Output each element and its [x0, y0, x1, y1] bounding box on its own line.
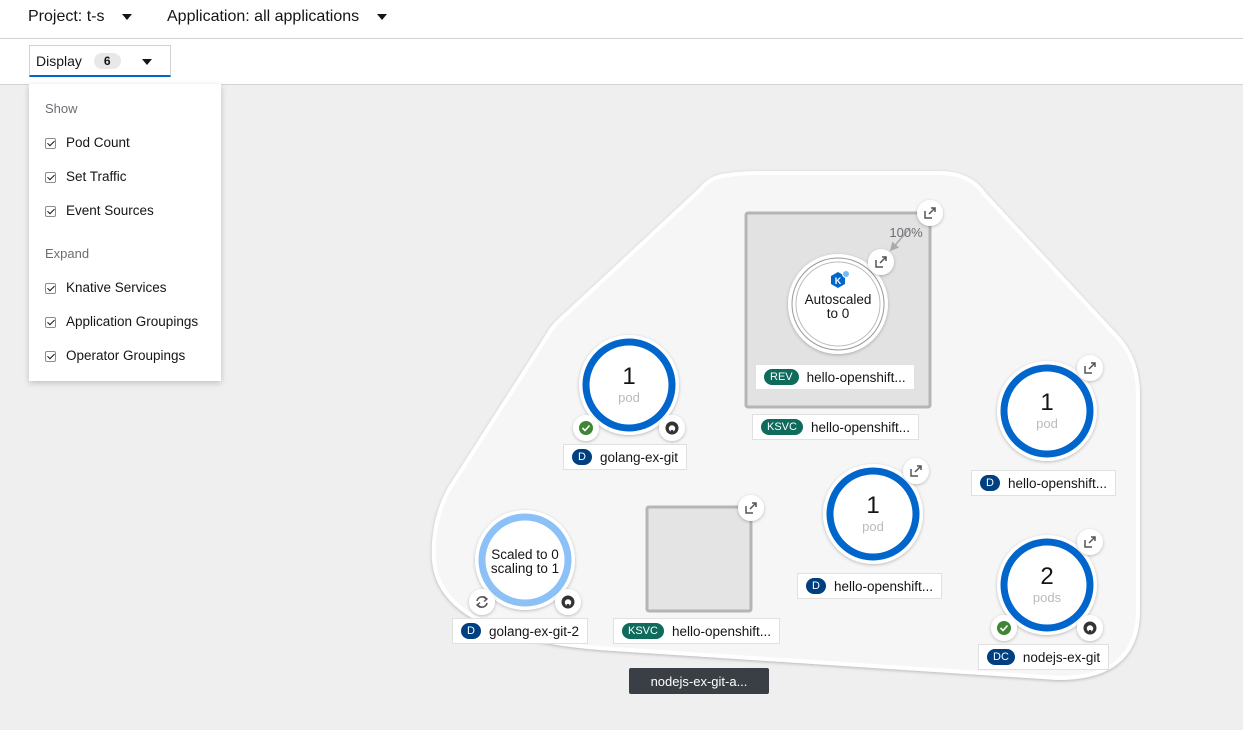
option-label: Operator Groupings — [66, 348, 186, 363]
caret-down-icon — [122, 14, 133, 20]
dc-badge: DC — [987, 649, 1015, 665]
check-icon — [573, 415, 599, 441]
knative-service-name: hello-openshift... — [810, 419, 911, 435]
svg-text:K: K — [835, 276, 842, 286]
knative-service-label[interactable]: KSVC hello-openshift... — [752, 414, 920, 440]
expand-heading: Expand — [45, 246, 90, 261]
caret-down-icon — [377, 14, 388, 20]
node-name: golang-ex-git — [599, 449, 678, 465]
option-label: Knative Services — [66, 280, 167, 295]
option-label: Pod Count — [66, 135, 130, 150]
revision-name: hello-openshift... — [806, 369, 906, 385]
node-name: hello-openshift... — [671, 623, 772, 639]
application-selector-label: Application: all applications — [167, 8, 360, 25]
github-icon[interactable] — [555, 589, 581, 615]
sync-icon[interactable] — [469, 589, 495, 615]
node-name: hello-openshift... — [1007, 475, 1108, 491]
checkbox-checked-icon[interactable] — [45, 206, 56, 217]
project-selector[interactable]: Project: t-s — [28, 6, 133, 28]
option-event-sources[interactable]: Event Sources — [45, 203, 154, 218]
golang-ex-git-2-label[interactable]: D golang-ex-git-2 — [452, 618, 589, 644]
display-count-badge: 6 — [93, 52, 121, 69]
github-icon[interactable] — [1077, 615, 1103, 641]
node-name: golang-ex-git-2 — [488, 623, 580, 639]
node-name: nodejs-ex-git — [1022, 649, 1101, 665]
d-badge: D — [461, 623, 481, 639]
application-selector[interactable]: Application: all applications — [167, 6, 388, 28]
d-badge: D — [806, 578, 826, 594]
display-label: Display — [36, 52, 82, 69]
external-link-icon[interactable] — [903, 458, 929, 484]
rev-badge: REV — [764, 369, 799, 385]
option-label: Event Sources — [66, 203, 154, 218]
d-badge: D — [572, 449, 592, 465]
hello-openshift-right-label[interactable]: D hello-openshift... — [971, 470, 1117, 496]
checkbox-checked-icon[interactable] — [45, 283, 56, 294]
hello-openshift-middle-label[interactable]: D hello-openshift... — [797, 573, 943, 599]
option-label: Set Traffic — [66, 169, 127, 184]
option-operator-groupings[interactable]: Operator Groupings — [45, 348, 185, 363]
ksvc-badge: KSVC — [622, 623, 664, 639]
empty-knative-service-group[interactable] — [645, 505, 753, 613]
external-link-icon[interactable] — [868, 249, 894, 275]
ksvc-badge: KSVC — [761, 419, 803, 435]
checkbox-checked-icon[interactable] — [45, 317, 56, 328]
node-name: hello-openshift... — [833, 578, 934, 594]
caret-down-icon — [142, 59, 152, 65]
check-icon — [991, 615, 1017, 641]
nodejs-ex-git-label[interactable]: DC nodejs-ex-git — [978, 644, 1110, 670]
application-group-label[interactable]: nodejs-ex-git-a... — [629, 668, 769, 694]
display-options-dropdown[interactable]: Display 6 — [29, 45, 171, 77]
external-link-icon[interactable] — [917, 200, 943, 226]
option-knative-services[interactable]: Knative Services — [45, 280, 167, 295]
external-link-icon[interactable] — [738, 495, 764, 521]
option-pod-count[interactable]: Pod Count — [45, 135, 130, 150]
golang-ex-git-label[interactable]: D golang-ex-git — [563, 444, 687, 470]
option-label: Application Groupings — [66, 314, 199, 329]
github-icon[interactable] — [659, 415, 685, 441]
checkbox-checked-icon[interactable] — [45, 351, 56, 362]
external-link-icon[interactable] — [1077, 529, 1103, 555]
d-badge: D — [980, 475, 1000, 491]
project-selector-label: Project: t-s — [28, 8, 105, 25]
external-link-icon[interactable] — [1077, 355, 1103, 381]
top-bar: Project: t-s Application: all applicatio… — [0, 0, 1243, 39]
revision-label[interactable]: REV hello-openshift... — [755, 364, 915, 390]
topology-toolbar: Display 6 — [0, 39, 1243, 85]
checkbox-checked-icon[interactable] — [45, 138, 56, 149]
empty-ksvc-label[interactable]: KSVC hello-openshift... — [613, 618, 781, 644]
option-set-traffic[interactable]: Set Traffic — [45, 169, 127, 184]
show-heading: Show — [45, 101, 78, 116]
display-options-menu: Show Pod Count Set Traffic Event Sources… — [29, 84, 221, 381]
checkbox-checked-icon[interactable] — [45, 172, 56, 183]
option-application-groupings[interactable]: Application Groupings — [45, 314, 198, 329]
